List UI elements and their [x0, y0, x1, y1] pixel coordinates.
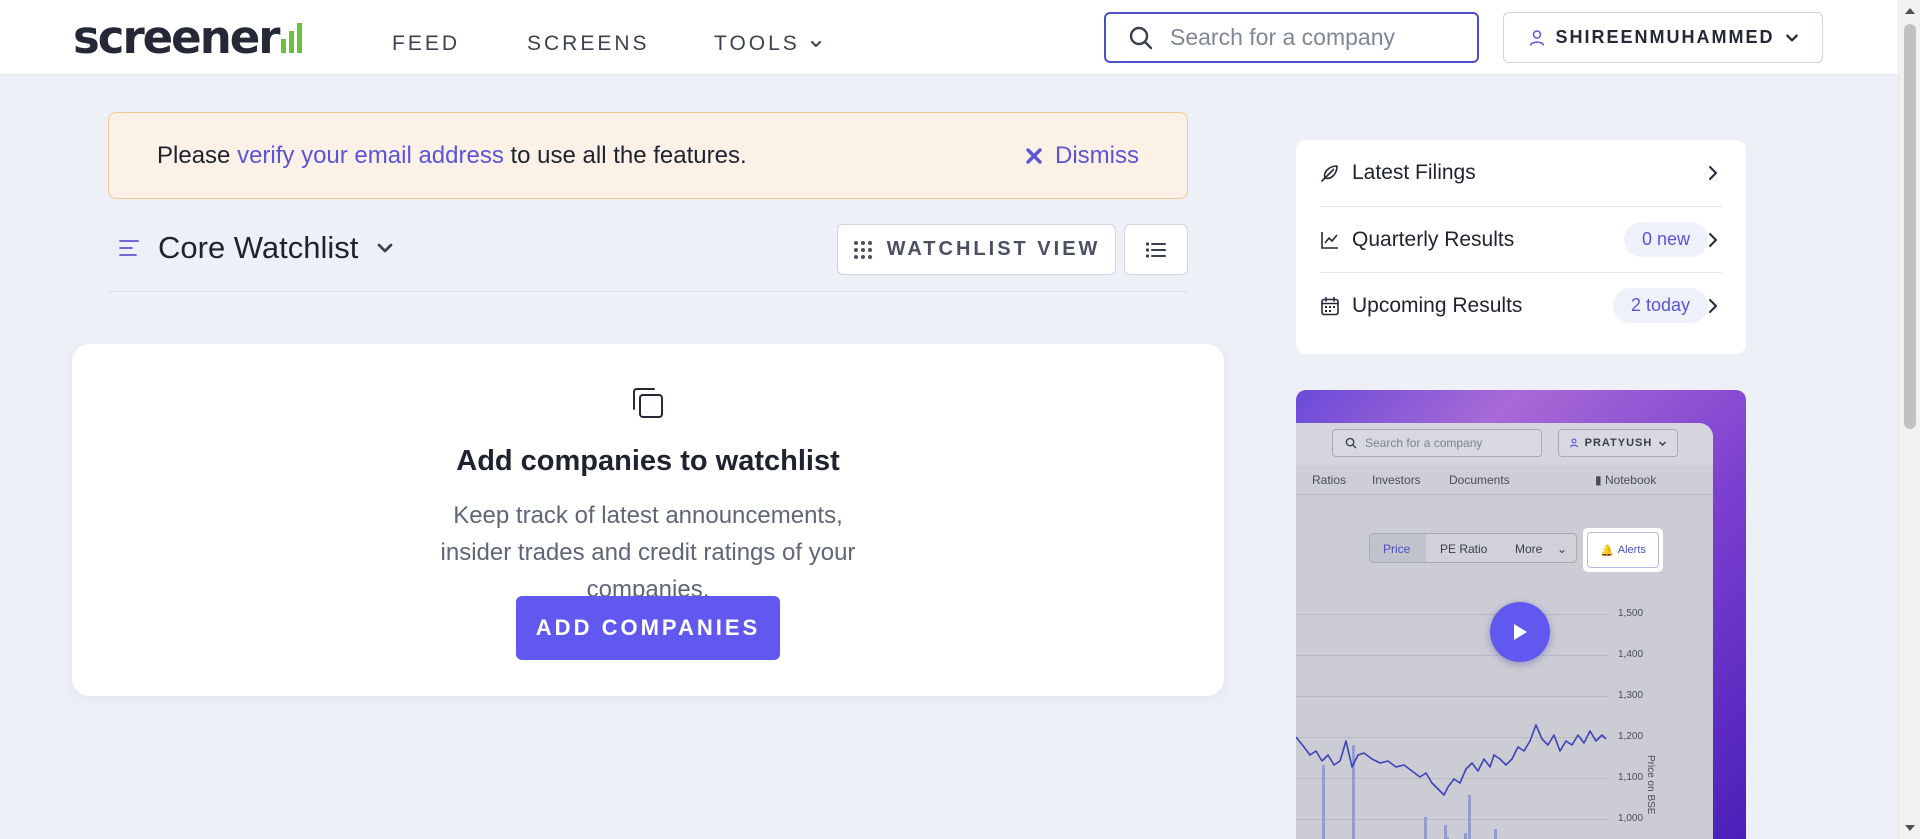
latest-filings-link[interactable]: Latest Filings	[1320, 140, 1722, 206]
nav-feed[interactable]: FEED	[392, 32, 460, 56]
promo-y-tick: 1,300	[1618, 690, 1644, 701]
search-icon	[1345, 437, 1357, 449]
grid-dots-icon	[853, 240, 872, 259]
promo-price-chart	[1296, 724, 1607, 839]
promo-tab-notebook: ▮ Notebook	[1595, 473, 1656, 487]
quarterly-results-label: Quarterly Results	[1352, 227, 1515, 251]
watchlist-selector[interactable]: Core Watchlist	[118, 230, 394, 266]
quarterly-results-badge: 0 new	[1623, 222, 1708, 257]
promo-y-label: Price on BSE	[1645, 755, 1656, 815]
search-input[interactable]	[1170, 24, 1470, 51]
upcoming-results-badge: 2 today	[1612, 288, 1708, 323]
feather-icon	[1321, 165, 1338, 182]
logo-bars-icon	[281, 23, 303, 53]
nav-screens[interactable]: SCREENS	[527, 32, 650, 56]
promo-chart-panel: Price PE Ratio More ⌄ 🔔 Alerts 1,500 1,4…	[1296, 515, 1696, 839]
menu-lines-icon	[119, 240, 139, 256]
verify-email-banner: Please verify your email address to use …	[108, 112, 1188, 199]
play-icon	[1514, 624, 1527, 640]
play-button[interactable]	[1490, 602, 1550, 662]
book-icon: ▮	[1595, 473, 1602, 487]
promo-topbar: Search for a company PRATYUSH	[1296, 423, 1713, 465]
promo-tabs: Ratios Investors Documents ▮ Notebook	[1296, 465, 1713, 495]
promo-search-placeholder: Search for a company	[1365, 436, 1483, 450]
logo-text: screener	[73, 11, 280, 64]
promo-user: PRATYUSH	[1558, 429, 1678, 457]
watchlist-view-label: WATCHLIST VIEW	[886, 238, 1101, 260]
promo-y-tick: 1,500	[1618, 608, 1644, 619]
empty-watchlist-card: Add companies to watchlist Keep track of…	[72, 344, 1224, 696]
promo-user-name: PRATYUSH	[1584, 437, 1653, 449]
promo-tab: Investors	[1372, 473, 1421, 487]
upcoming-results-link[interactable]: Upcoming Results 2 today	[1320, 272, 1722, 338]
promo-video[interactable]: Search for a company PRATYUSH Ratios Inv…	[1296, 390, 1746, 839]
calendar-icon	[1321, 296, 1339, 315]
close-icon	[1026, 147, 1042, 164]
banner-suffix: to use all the features.	[510, 141, 747, 169]
promo-y-tick: 1,400	[1618, 649, 1644, 660]
chevron-right-icon	[1709, 166, 1717, 180]
user-icon	[1569, 438, 1578, 448]
nav-feed-label: FEED	[392, 32, 461, 55]
upcoming-results-label: Upcoming Results	[1352, 293, 1523, 317]
search-box[interactable]	[1104, 12, 1479, 63]
list-icon	[1146, 242, 1166, 257]
chevron-down-icon	[810, 41, 821, 47]
top-navbar: screener FEED SCREENS TOOLS SHIREENMUHAM…	[0, 0, 1898, 75]
nav-tools[interactable]: TOOLS	[714, 32, 822, 56]
line-chart-icon	[1321, 231, 1338, 249]
verify-email-link[interactable]: verify your email address	[237, 142, 504, 170]
user-menu-button[interactable]: SHIREENMUHAMMED	[1503, 12, 1823, 63]
chevron-right-icon	[1709, 299, 1717, 313]
watchlist-header: Core Watchlist WATCHLIST VIEW	[108, 222, 1188, 292]
user-name: SHIREENMUHAMMED	[1555, 27, 1775, 47]
screener-logo[interactable]: screener	[73, 11, 303, 64]
watchlist-title: Core Watchlist	[158, 230, 359, 265]
dismiss-label: Dismiss	[1055, 141, 1139, 169]
scroll-thumb[interactable]	[1904, 24, 1916, 429]
user-icon	[1529, 29, 1544, 46]
list-view-button[interactable]	[1124, 224, 1188, 275]
promo-alerts-label: Alerts	[1617, 544, 1646, 556]
chevron-down-icon	[1659, 440, 1667, 446]
empty-state-title: Add companies to watchlist	[456, 445, 840, 477]
page-scrollbar[interactable]	[1898, 0, 1920, 839]
quarterly-results-link[interactable]: Quarterly Results 0 new	[1320, 206, 1722, 272]
promo-search: Search for a company	[1332, 429, 1542, 457]
add-companies-button[interactable]: ADD COMPANIES	[516, 596, 780, 660]
promo-tab-label: Notebook	[1604, 473, 1657, 487]
empty-state-text: Keep track of latest announcements, insi…	[440, 502, 856, 603]
banner-prefix: Please	[157, 141, 231, 169]
updates-card: Latest Filings Quarterly Results 0 new U…	[1296, 140, 1746, 354]
chevron-down-icon	[378, 243, 393, 253]
promo-y-tick: 1,000	[1618, 813, 1644, 824]
promo-y-tick: 1,200	[1618, 731, 1644, 742]
search-icon	[1129, 26, 1153, 49]
chevron-down-icon	[1785, 34, 1798, 41]
promo-tab: Documents	[1449, 473, 1510, 487]
dismiss-button[interactable]: Dismiss	[1025, 142, 1139, 170]
promo-tab: Ratios	[1312, 473, 1347, 487]
chevron-right-icon	[1709, 233, 1717, 247]
latest-filings-label: Latest Filings	[1352, 161, 1476, 184]
watchlist-view-button[interactable]: WATCHLIST VIEW	[837, 224, 1116, 275]
nav-tools-label: TOOLS	[714, 32, 800, 55]
nav-screens-label: SCREENS	[527, 32, 650, 55]
scroll-up-icon[interactable]	[1905, 8, 1915, 14]
promo-y-tick: 1,100	[1618, 772, 1644, 783]
scroll-down-icon[interactable]	[1905, 825, 1915, 831]
copy-icon	[633, 388, 663, 418]
